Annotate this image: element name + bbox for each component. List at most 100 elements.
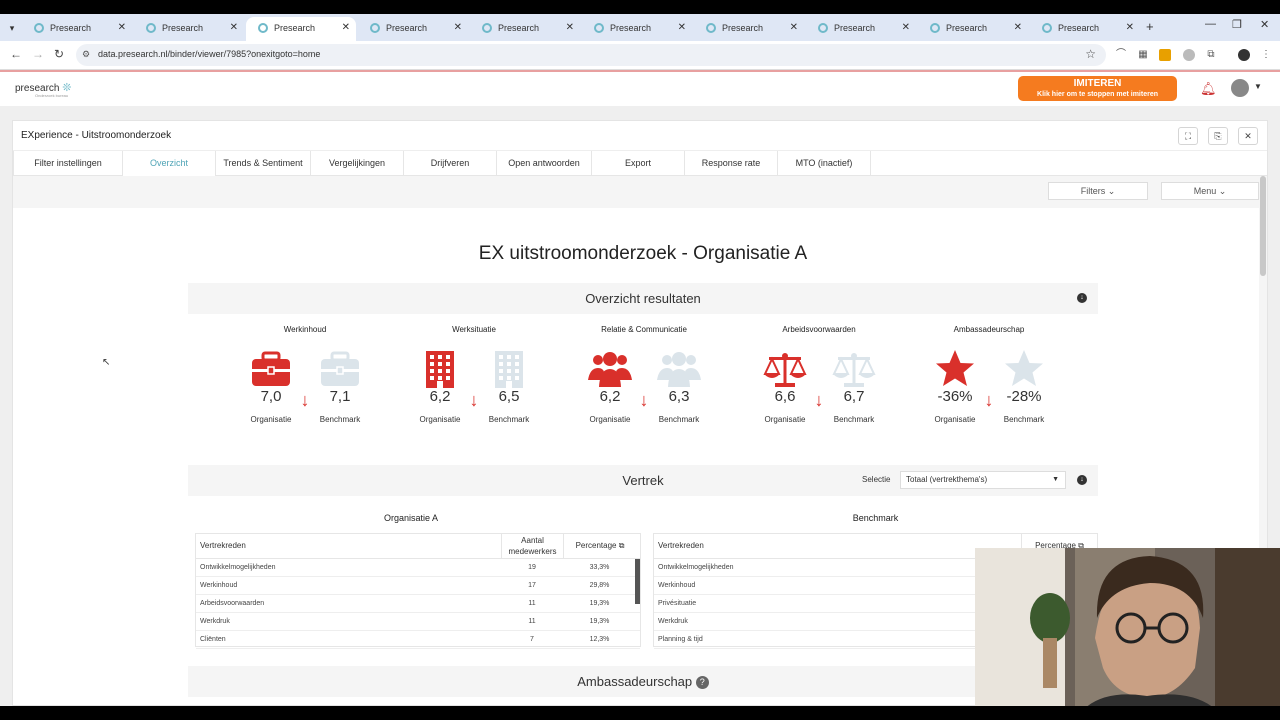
browser-tab[interactable]: Presearch ✕: [582, 17, 692, 41]
kpi-bench-label: Benchmark: [833, 415, 875, 424]
kpi-name: Ambassadeurschap: [953, 325, 1025, 334]
tab-filter-instellingen[interactable]: Filter instellingen: [13, 151, 123, 177]
tab-mto-inactief[interactable]: MTO (inactief): [778, 151, 871, 177]
close-tab-icon[interactable]: ✕: [566, 17, 574, 39]
browser-tab[interactable]: Presearch ✕: [358, 17, 468, 41]
close-tab-icon[interactable]: ✕: [1126, 17, 1134, 39]
back-icon[interactable]: ←: [10, 47, 22, 61]
new-tab-icon[interactable]: +: [1146, 19, 1154, 34]
briefcase-icon: [318, 350, 362, 388]
extension-icon[interactable]: ▦: [1137, 49, 1149, 61]
fullscreen-button[interactable]: ⛶: [1178, 127, 1198, 145]
col-vertrekreden[interactable]: Vertrekreden: [200, 534, 246, 559]
extension-icon[interactable]: [1183, 49, 1195, 61]
notification-bell-icon[interactable]: 🔔︎: [1200, 81, 1217, 97]
tab-overzicht[interactable]: Overzicht: [123, 151, 216, 177]
close-window-icon[interactable]: ✕: [1260, 18, 1269, 31]
close-binder-button[interactable]: ✕: [1238, 127, 1258, 145]
export-pdf-button[interactable]: ⎘: [1208, 127, 1228, 145]
tab-title: Presearch: [946, 23, 988, 33]
browser-tab[interactable]: Presearch ✕: [1030, 17, 1140, 41]
maximize-icon[interactable]: ❐: [1232, 18, 1242, 31]
tab-vergelijkingen[interactable]: Vergelijkingen: [311, 151, 404, 177]
avatar[interactable]: [1231, 79, 1249, 97]
table-row[interactable]: Werkinhoud 17 29,8%: [196, 577, 640, 595]
kpi-name: Werkinhoud: [283, 325, 327, 334]
address-bar[interactable]: ⚙ data.presearch.nl/binder/viewer/7985?o…: [76, 44, 1106, 66]
help-icon[interactable]: ?: [695, 676, 709, 689]
bookmark-star-icon[interactable]: ☆: [1085, 47, 1096, 61]
table-row[interactable]: Arbeidsvoorwaarden 11 19,3%: [196, 595, 640, 613]
imitate-title: IMITEREN: [1073, 78, 1122, 89]
browser-tab[interactable]: Presearch ✕: [806, 17, 916, 41]
col-aantal[interactable]: Aantal medewerkers: [501, 534, 563, 559]
browser-tab[interactable]: Presearch ✕: [918, 17, 1028, 41]
percentage-cell: 19,3%: [589, 618, 610, 625]
close-tab-icon[interactable]: ✕: [118, 17, 126, 39]
kpi-org-value: 6,6: [774, 388, 796, 405]
forward-icon[interactable]: →: [32, 47, 44, 61]
app-header: presearch ❊ Onderzoek bureau IMITEREN Kl…: [0, 72, 1280, 106]
url-text: data.presearch.nl/binder/viewer/7985?one…: [98, 49, 321, 59]
close-tab-icon[interactable]: ✕: [230, 17, 238, 39]
kpi-bench-label: Benchmark: [319, 415, 361, 424]
kpi-name: Relatie & Communicatie: [601, 325, 687, 334]
stop-imitate-button[interactable]: IMITEREN Klik hier om te stoppen met imi…: [1018, 76, 1177, 101]
caret-down-icon: ▼: [1052, 476, 1059, 483]
chevron-down-icon[interactable]: ▼: [1254, 82, 1262, 91]
minimize-icon[interactable]: —: [1205, 18, 1216, 30]
tab-export[interactable]: Export: [592, 151, 685, 177]
close-tab-icon[interactable]: ✕: [1014, 17, 1022, 39]
reload-icon[interactable]: ↻: [54, 47, 64, 61]
extension-icon[interactable]: [1159, 49, 1171, 61]
reason-cell: Werkdruk: [200, 618, 230, 625]
scrollbar-thumb[interactable]: [1260, 176, 1266, 276]
browser-tab[interactable]: Presearch ✕: [22, 17, 132, 41]
col-percentage[interactable]: Percentage ⧉: [563, 534, 636, 559]
tab-drijfveren[interactable]: Drijfveren: [404, 151, 497, 177]
bench-table-title: Benchmark: [852, 513, 899, 523]
table-row[interactable]: Cliënten 7 12,3%: [196, 631, 640, 649]
favicon-icon: [706, 23, 716, 33]
profile-icon[interactable]: [1238, 49, 1250, 61]
binder-title: EXperience - Uitstroomonderzoek: [21, 130, 172, 141]
browser-tab-strip: ▾ Presearch ✕ Presearch ✕ Presearch ✕ Presearc…: [0, 14, 1280, 41]
browser-menu-icon[interactable]: ⋮: [1260, 49, 1272, 61]
tab-title: Presearch: [722, 23, 764, 33]
browser-tab[interactable]: Presearch ✕: [694, 17, 804, 41]
count-cell: 11: [528, 618, 536, 625]
tab-open-antwoorden[interactable]: Open antwoorden: [497, 151, 592, 177]
close-tab-icon[interactable]: ✕: [678, 17, 686, 39]
presearch-logo[interactable]: presearch ❊ Onderzoek bureau: [15, 81, 71, 98]
table-scrollbar[interactable]: [635, 559, 640, 604]
kpi-org-label: Organisatie: [934, 415, 976, 424]
tab-trends-sentiment[interactable]: Trends & Sentiment: [216, 151, 311, 177]
table-row[interactable]: Ontwikkelmogelijkheden 19 33,3%: [196, 559, 640, 577]
tab-response-rate[interactable]: Response rate: [685, 151, 778, 177]
copy-icon[interactable]: ⧉: [619, 541, 625, 550]
tab-title: Presearch: [498, 23, 540, 33]
favicon-icon: [258, 23, 268, 33]
extension-icon[interactable]: ⌒: [1115, 49, 1127, 61]
filters-button[interactable]: Filters ⌄: [1048, 182, 1148, 200]
close-tab-icon[interactable]: ✕: [342, 17, 350, 39]
chevron-down-icon: ⌄: [1107, 186, 1116, 196]
browser-tab[interactable]: Presearch ✕: [134, 17, 244, 41]
download-icon[interactable]: ↓: [1077, 293, 1087, 303]
download-icon[interactable]: ↓: [1077, 475, 1087, 485]
browser-tab[interactable]: Presearch ✕: [246, 17, 356, 41]
browser-tab[interactable]: Presearch ✕: [470, 17, 580, 41]
extensions-puzzle-icon[interactable]: ⧉: [1205, 49, 1217, 61]
col-vertrekreden[interactable]: Vertrekreden: [658, 534, 704, 559]
imitate-subtitle: Klik hier om te stoppen met imiteren: [1037, 91, 1158, 98]
tab-search-button[interactable]: ▾: [4, 20, 20, 36]
close-tab-icon[interactable]: ✕: [790, 17, 798, 39]
selectie-dropdown[interactable]: Totaal (vertrekthema's) ▼: [900, 471, 1066, 489]
site-info-icon[interactable]: ⚙: [82, 49, 90, 60]
building-icon: [487, 350, 531, 388]
table-row[interactable]: Werkdruk 11 19,3%: [196, 613, 640, 631]
menu-button[interactable]: Menu ⌄: [1161, 182, 1259, 200]
close-tab-icon[interactable]: ✕: [454, 17, 462, 39]
close-tab-icon[interactable]: ✕: [902, 17, 910, 39]
favicon-icon: [146, 23, 156, 33]
